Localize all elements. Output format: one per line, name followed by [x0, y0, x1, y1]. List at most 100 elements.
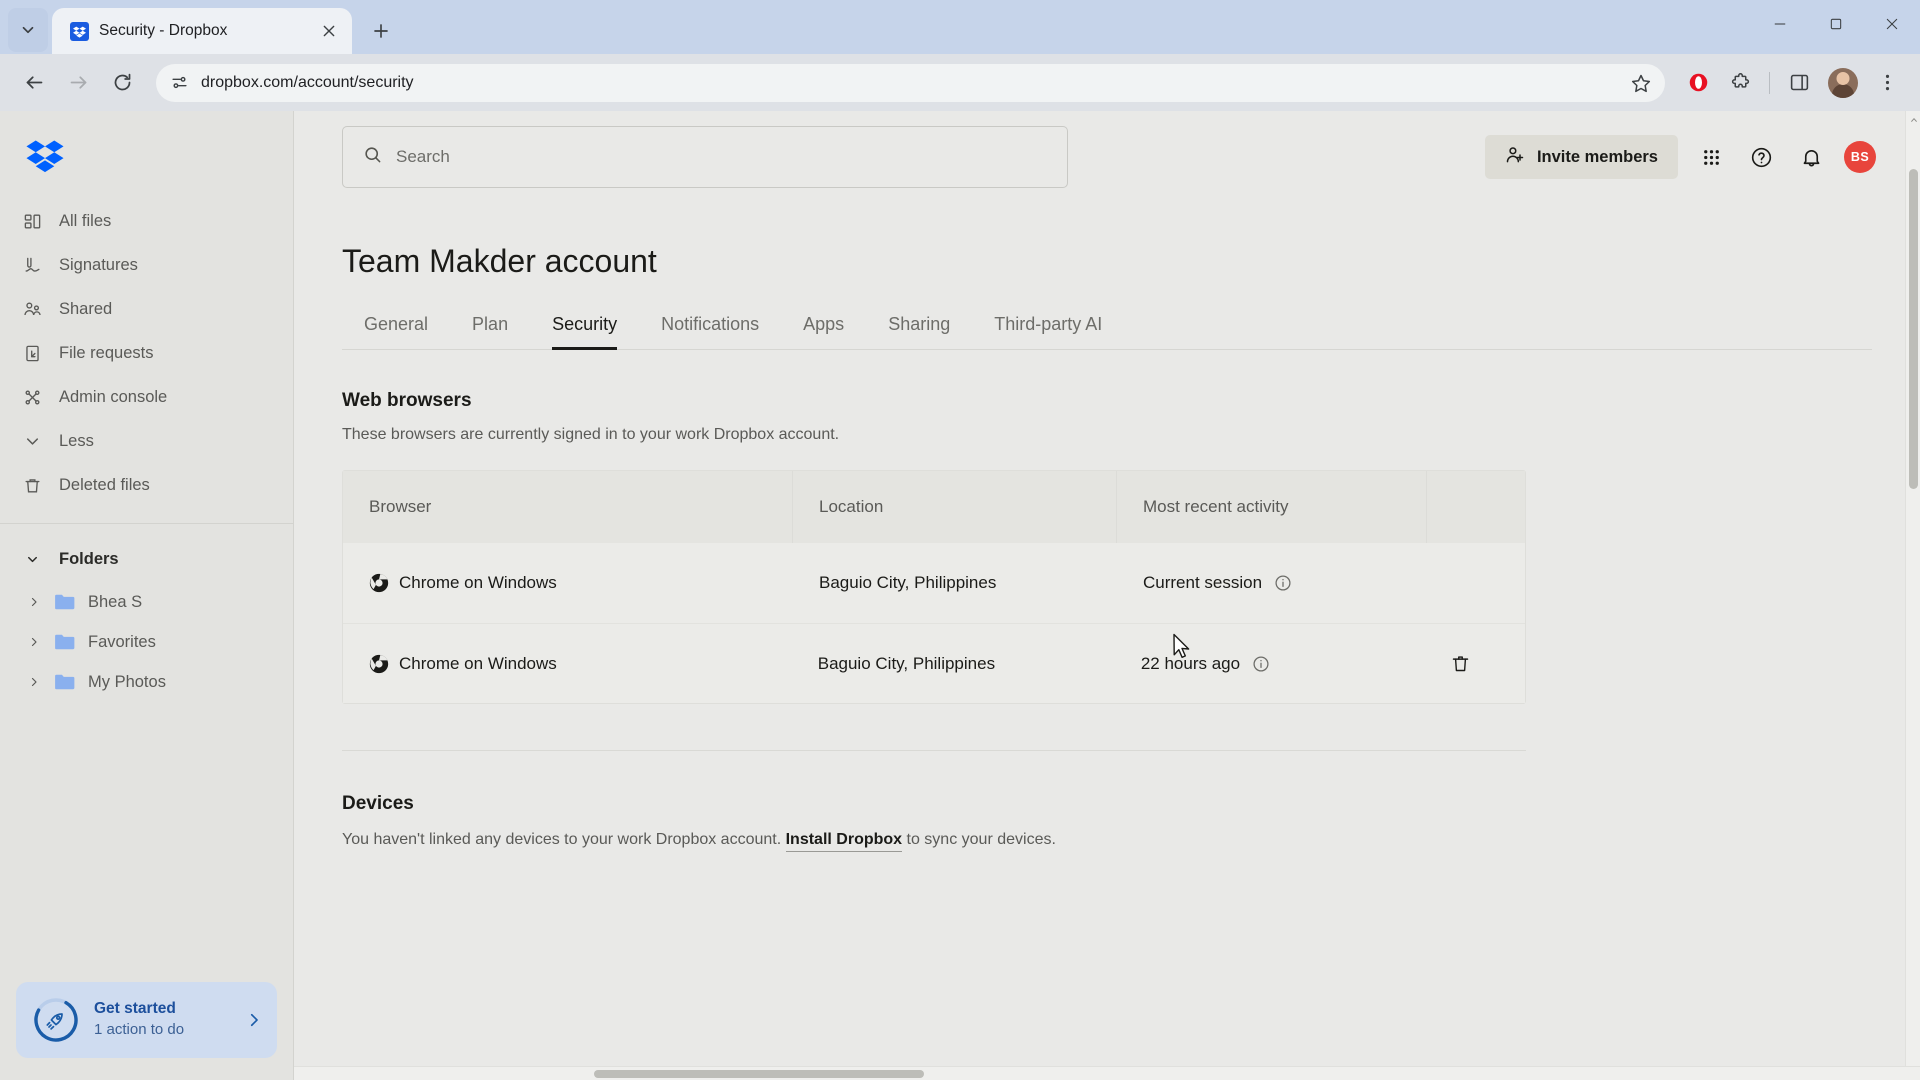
sidebar-folder-favorites[interactable]: Favorites	[0, 622, 293, 662]
sidebar-divider	[0, 523, 293, 524]
tab-plan[interactable]: Plan	[450, 314, 530, 349]
sidebar-folder-bhea-s[interactable]: Bhea S	[0, 582, 293, 622]
chevron-right-icon[interactable]	[26, 636, 42, 648]
get-started-container: Get started 1 action to do	[0, 982, 293, 1080]
info-circle-icon[interactable]	[1274, 574, 1292, 592]
sidebar-section-folders[interactable]: Folders	[0, 536, 293, 582]
new-tab-button[interactable]	[364, 14, 398, 48]
sidebar-item-label: All files	[59, 211, 112, 230]
chevron-down-icon	[22, 431, 43, 452]
star-icon[interactable]	[1631, 73, 1651, 93]
folder-icon	[54, 673, 76, 691]
help-circle-icon[interactable]	[1744, 140, 1778, 174]
close-icon[interactable]	[316, 18, 342, 44]
app-body: All files Signatures Shared File request…	[0, 111, 1920, 1080]
toolbar-divider	[1769, 71, 1770, 94]
chevron-down-icon	[22, 549, 43, 570]
install-dropbox-link[interactable]: Install Dropbox	[785, 831, 903, 852]
cell-activity: Current session	[1117, 573, 1427, 593]
search-input[interactable]	[396, 147, 1047, 167]
cell-browser-label: Chrome on Windows	[399, 653, 557, 673]
trash-icon	[22, 475, 43, 496]
sidebar-item-label: Shared	[59, 299, 113, 318]
table-row[interactable]: Chrome on Windows Baguio City, Philippin…	[343, 543, 1525, 623]
window-controls	[1752, 0, 1920, 48]
column-header-browser: Browser	[343, 471, 793, 543]
side-panel-icon[interactable]	[1780, 64, 1818, 102]
cell-activity: 22 hours ago	[1115, 654, 1424, 674]
scroll-up-arrow-icon[interactable]	[1906, 111, 1920, 129]
tab-notifications[interactable]: Notifications	[639, 314, 781, 349]
extensions-icon[interactable]	[1721, 64, 1759, 102]
dropbox-favicon-icon	[70, 21, 89, 41]
vertical-scrollbar-thumb[interactable]	[1909, 169, 1918, 489]
sidebar-item-admin-console[interactable]: Admin console	[0, 375, 293, 419]
forward-arrow-icon[interactable]	[58, 63, 98, 103]
horizontal-scrollbar[interactable]	[294, 1066, 1920, 1080]
minimize-icon[interactable]	[1752, 0, 1808, 48]
sidebar-item-deleted-files[interactable]: Deleted files	[0, 463, 293, 507]
tab-security[interactable]: Security	[530, 314, 639, 350]
sidebar-folder-my-photos[interactable]: My Photos	[0, 662, 293, 702]
column-header-location: Location	[793, 471, 1117, 543]
chrome-icon	[369, 654, 389, 674]
dropbox-logo-icon[interactable]	[0, 111, 293, 173]
profile-avatar[interactable]	[1828, 67, 1858, 98]
sidebar-folder-label: My Photos	[88, 672, 166, 691]
invite-members-label: Invite members	[1536, 147, 1658, 166]
browser-tab-title: Security - Dropbox	[99, 22, 228, 39]
back-arrow-icon[interactable]	[14, 63, 54, 103]
sidebar-section-label: Folders	[59, 549, 119, 568]
sidebar-folder-label: Favorites	[88, 632, 156, 651]
chrome-menu-icon[interactable]	[1868, 64, 1906, 102]
browser-tab[interactable]: Security - Dropbox	[52, 8, 352, 54]
page-content: Team Makder account General Plan Securit…	[294, 243, 1920, 852]
opera-extension-icon[interactable]	[1679, 64, 1717, 102]
address-bar[interactable]: dropbox.com/account/security	[156, 63, 1665, 102]
chevron-right-icon[interactable]	[245, 1011, 263, 1029]
sidebar-item-file-requests[interactable]: File requests	[0, 331, 293, 375]
sidebar: All files Signatures Shared File request…	[0, 111, 294, 1080]
apps-grid-icon[interactable]	[1694, 140, 1728, 174]
maximize-icon[interactable]	[1808, 0, 1864, 48]
get-started-text: Get started 1 action to do	[94, 999, 231, 1040]
horizontal-scrollbar-thumb[interactable]	[594, 1070, 924, 1078]
tab-sharing[interactable]: Sharing	[866, 314, 972, 349]
column-header-actions	[1427, 471, 1525, 543]
info-circle-icon[interactable]	[1252, 655, 1270, 673]
tab-apps[interactable]: Apps	[781, 314, 866, 349]
reload-icon[interactable]	[102, 63, 142, 103]
app-header: Invite members BS	[294, 111, 1920, 203]
chevron-right-icon[interactable]	[26, 676, 42, 688]
delete-session-icon[interactable]	[1450, 653, 1471, 674]
browser-tab-strip: Security - Dropbox	[0, 0, 1920, 54]
sidebar-item-label: Admin console	[59, 387, 168, 406]
bell-icon[interactable]	[1794, 140, 1828, 174]
vertical-scrollbar[interactable]	[1905, 111, 1920, 1080]
main-content: Invite members BS Tea	[294, 111, 1920, 1080]
sidebar-item-signatures[interactable]: Signatures	[0, 243, 293, 287]
get-started-title: Get started	[94, 1000, 176, 1018]
tab-general[interactable]: General	[342, 314, 450, 349]
site-settings-icon[interactable]	[170, 73, 189, 92]
invite-members-button[interactable]: Invite members	[1484, 135, 1678, 179]
mouse-cursor	[1172, 633, 1192, 661]
sidebar-item-shared[interactable]: Shared	[0, 287, 293, 331]
column-header-most-recent-activity: Most recent activity	[1117, 471, 1427, 543]
get-started-card[interactable]: Get started 1 action to do	[16, 982, 277, 1058]
table-row[interactable]: Chrome on Windows Baguio City, Philippin…	[343, 623, 1525, 703]
window-close-icon[interactable]	[1864, 0, 1920, 48]
tab-third-party-ai[interactable]: Third-party AI	[972, 314, 1124, 349]
tab-search-icon[interactable]	[8, 8, 48, 52]
cell-location: Baguio City, Philippines	[819, 573, 997, 592]
folder-icon	[54, 593, 76, 611]
search-bar[interactable]	[342, 126, 1068, 188]
admin-console-icon	[22, 387, 43, 408]
chevron-right-icon[interactable]	[26, 596, 42, 608]
sidebar-nav: All files Signatures Shared File request…	[0, 199, 293, 507]
user-avatar[interactable]: BS	[1844, 141, 1876, 173]
search-icon	[363, 145, 382, 169]
sidebar-item-all-files[interactable]: All files	[0, 199, 293, 243]
sidebar-item-less[interactable]: Less	[0, 419, 293, 463]
sidebar-folder-label: Bhea S	[88, 592, 143, 611]
